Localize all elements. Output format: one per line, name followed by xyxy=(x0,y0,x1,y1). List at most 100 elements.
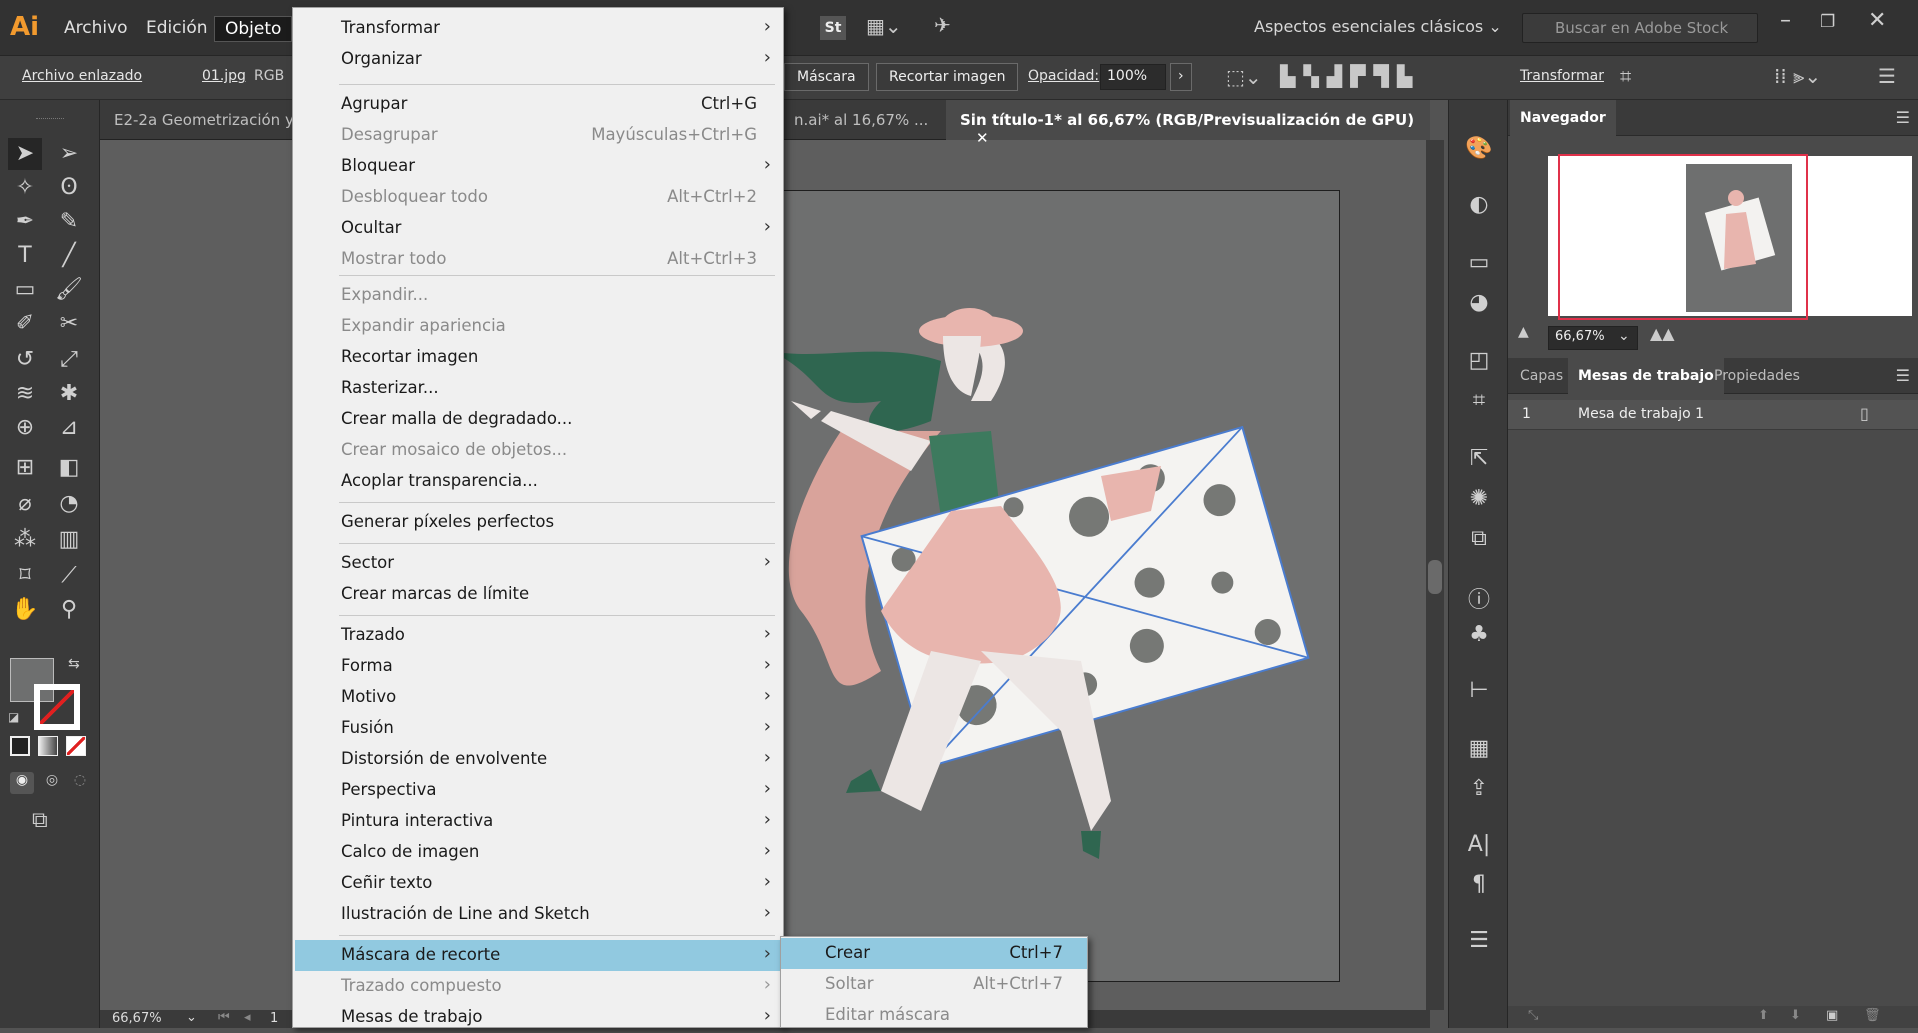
scrollbar-thumb[interactable] xyxy=(1428,560,1442,594)
links-icon[interactable]: ⧉ xyxy=(1465,526,1493,554)
chevron-down-icon[interactable]: ⌄ xyxy=(1618,328,1630,344)
warp-tool-icon[interactable]: ≋ xyxy=(8,378,42,410)
menu-item-fusion[interactable]: Fusión › xyxy=(295,713,785,744)
tab-document-1[interactable]: E2-2a Geometrización y xyxy=(100,100,308,140)
submenu-item-crear[interactable]: Crear Ctrl+7 xyxy=(781,938,1087,969)
symbols-icon[interactable]: ♣ xyxy=(1465,622,1493,650)
info-icon[interactable]: ⓘ xyxy=(1465,582,1493,613)
rotate-tool-icon[interactable]: ↺ xyxy=(8,344,42,376)
paragraph-icon[interactable]: ¶ xyxy=(1465,872,1493,900)
workspace-switcher[interactable]: Aspectos esenciales clásicos ⌄ xyxy=(1254,17,1502,36)
align-to-icon[interactable]: ⬚⌄ xyxy=(1226,65,1262,89)
none-mode-icon[interactable] xyxy=(66,736,86,756)
align-icons[interactable]: ▙▚▟▛▜▙ xyxy=(1280,64,1420,88)
transform-panel-icon[interactable]: ⌗ xyxy=(1465,388,1493,416)
menu-item-ilustracion-de-line-and-sketch[interactable]: Ilustración de Line and Sketch › xyxy=(295,899,785,930)
menu-icon[interactable]: ☰ xyxy=(1878,64,1896,88)
menu-item-ocultar[interactable]: Ocultar › xyxy=(295,213,785,244)
line-tool-icon[interactable]: ╱ xyxy=(52,240,86,272)
menu-item-mesas-de-trabajo[interactable]: Mesas de trabajo › xyxy=(295,1002,785,1033)
linked-file-link[interactable]: Archivo enlazado xyxy=(22,68,142,84)
chevron-down-icon[interactable]: ⌄ xyxy=(186,1010,197,1025)
chevron-right-icon[interactable]: › xyxy=(1170,63,1192,91)
isolate-icon[interactable]: ⌗ xyxy=(1620,64,1631,88)
type-tool-icon[interactable]: T xyxy=(8,240,42,272)
gpu-performance-icon[interactable]: ✈ xyxy=(934,13,951,37)
close-tab-icon[interactable]: ✕ xyxy=(976,129,989,147)
lasso-tool-icon[interactable]: ʘ xyxy=(52,172,86,204)
menu-item-distorsion-de-envolvente[interactable]: Distorsión de envolvente › xyxy=(295,744,785,775)
direct-selection-tool-icon[interactable]: ➢ xyxy=(52,138,86,170)
slice-tool-icon[interactable]: ⟋ xyxy=(52,560,86,592)
menu-item-generar-pixeles-perfectos[interactable]: Generar píxeles perfectos xyxy=(295,507,785,538)
first-page-icon[interactable]: ⏮ xyxy=(218,1010,230,1025)
tab-layers[interactable]: Capas xyxy=(1510,358,1573,394)
new-artboard-icon[interactable]: ▣ xyxy=(1826,1008,1838,1023)
arrange-documents-icon[interactable]: ▦⌄ xyxy=(866,14,902,38)
close-icon[interactable]: ✕ xyxy=(1868,8,1886,33)
rearrange-icon[interactable]: ⤡ xyxy=(1528,1008,1538,1023)
gradient-tool-icon[interactable]: ◧ xyxy=(52,452,86,484)
swap-fill-stroke-icon[interactable]: ⇆ xyxy=(68,656,80,672)
shape-builder-tool-icon[interactable]: ⊕ xyxy=(8,412,42,444)
trash-icon[interactable]: 🗑 xyxy=(1864,1008,1881,1023)
asset-export-icon[interactable]: ⇪ xyxy=(1465,776,1493,804)
draw-inside-icon[interactable]: ◌ xyxy=(68,772,92,794)
panel-options-icon[interactable]: ⁞⁞ ⫸⌄ xyxy=(1774,64,1821,88)
swatches-icon[interactable]: ▭ xyxy=(1465,250,1493,278)
menu-item-crear-malla-de-degradado[interactable]: Crear malla de degradado... xyxy=(295,404,785,435)
mask-button[interactable]: Máscara xyxy=(784,63,869,91)
tab-document-3[interactable]: Sin título-1* al 66,67% (RGB/Previsualiz… xyxy=(946,100,1430,147)
gradient-mode-icon[interactable] xyxy=(38,736,58,756)
artboards-icon[interactable]: ▦ xyxy=(1465,736,1493,764)
appearance-icon[interactable]: ✺ xyxy=(1465,486,1493,514)
curvature-tool-icon[interactable]: ✎ xyxy=(52,206,86,238)
opacity-input[interactable]: 100% xyxy=(1100,64,1166,90)
view-proxy-rectangle[interactable] xyxy=(1558,154,1808,320)
menu-item-bloquear[interactable]: Bloquear › xyxy=(295,151,785,182)
hand-tool-icon[interactable]: ✋ xyxy=(8,594,42,626)
menu-item-cenir-texto[interactable]: Ceñir texto › xyxy=(295,868,785,899)
menu-item-crear-marcas-de-limite[interactable]: Crear marcas de límite xyxy=(295,579,785,610)
menu-item-transformar[interactable]: Transformar › xyxy=(295,13,785,44)
menu-item-motivo[interactable]: Motivo › xyxy=(295,682,785,713)
pathfinder-icon[interactable]: ◰ xyxy=(1465,348,1493,376)
menu-item-pintura-interactiva[interactable]: Pintura interactiva › xyxy=(295,806,785,837)
minimize-icon[interactable]: – xyxy=(1780,8,1791,33)
zoom-in-icon[interactable]: ▲▲ xyxy=(1650,324,1675,343)
selection-tool-icon[interactable]: ➤ xyxy=(8,138,42,170)
tab-document-2[interactable]: n.ai* al 16,67% ... ✕ xyxy=(780,100,972,140)
menu-item-calco-de-imagen[interactable]: Calco de imagen › xyxy=(295,837,785,868)
zoom-level[interactable]: 66,67% xyxy=(112,1011,162,1026)
scale-tool-icon[interactable]: ⤢ xyxy=(52,344,86,376)
eyedropper-tool-icon[interactable]: ⌀ xyxy=(8,488,42,520)
artboard-row[interactable]: 1 Mesa de trabajo 1 ▯ xyxy=(1508,400,1918,430)
screen-mode-icon[interactable]: ⧉ xyxy=(32,808,48,833)
filename-link[interactable]: 01.jpg xyxy=(202,68,246,84)
panel-menu-icon[interactable]: ☰ xyxy=(1896,108,1910,127)
character-icon[interactable]: A| xyxy=(1465,832,1493,860)
move-up-icon[interactable]: ⬆ xyxy=(1758,1008,1769,1023)
menu-item-forma[interactable]: Forma › xyxy=(295,651,785,682)
export-icon[interactable]: ⇱ xyxy=(1465,446,1493,474)
page-number[interactable]: 1 xyxy=(270,1011,278,1026)
zoom-out-icon[interactable]: ▲ xyxy=(1518,324,1529,340)
artboard-options-icon[interactable]: ▯ xyxy=(1860,404,1869,423)
paintbrush-tool-icon[interactable]: 🖌 xyxy=(52,274,86,306)
draw-behind-icon[interactable]: ◎ xyxy=(40,772,64,794)
vertical-scrollbar[interactable] xyxy=(1426,140,1444,1010)
color-guide-icon[interactable]: ◐ xyxy=(1465,192,1493,220)
menu-item-trazado[interactable]: Trazado › xyxy=(295,620,785,651)
opentype-icon[interactable]: ☰ xyxy=(1465,928,1493,956)
color-panel-icon[interactable]: 🎨 xyxy=(1465,136,1493,164)
crop-image-button[interactable]: Recortar imagen xyxy=(876,63,1019,91)
color-mode-icon[interactable] xyxy=(10,736,30,756)
puppet-warp-tool-icon[interactable]: ✱ xyxy=(52,378,86,410)
transparency-icon[interactable]: ◕ xyxy=(1465,290,1493,318)
shaper-tool-icon[interactable]: ✐ xyxy=(8,308,42,340)
menu-item-acoplar-transparencia[interactable]: Acoplar transparencia... xyxy=(295,466,785,497)
panel-menu-icon[interactable]: ☰ xyxy=(1896,366,1910,385)
navigator-preview[interactable] xyxy=(1548,154,1912,320)
perspective-grid-tool-icon[interactable]: ⊿ xyxy=(52,412,86,444)
menu-item-mascara-de-recorte[interactable]: Máscara de recorte › xyxy=(295,940,785,971)
